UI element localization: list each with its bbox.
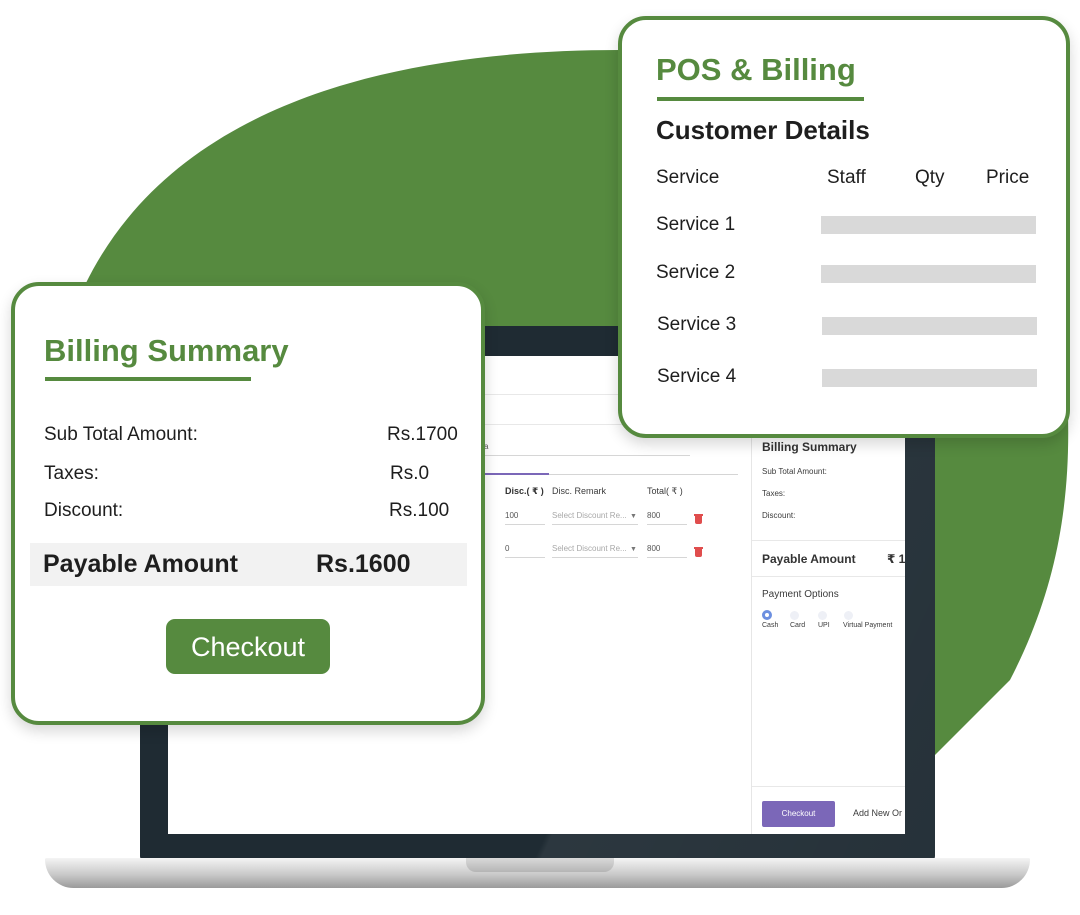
disc-header: Disc.( ₹ ) — [505, 486, 544, 496]
discount-label: Discount: — [44, 500, 124, 521]
billing-summary-card: Billing Summary Sub Total Amount: Rs.170… — [11, 282, 485, 725]
pos-billing-card: POS & Billing Customer Details Service S… — [618, 16, 1070, 438]
subtotal-value: Rs.1700 — [387, 424, 458, 445]
col-staff: Staff — [827, 167, 866, 188]
placeholder-bar — [822, 369, 1037, 387]
col-qty: Qty — [915, 167, 945, 188]
service-row-4: Service 4 — [657, 366, 737, 387]
payment-option-virtual: Virtual Payment — [843, 622, 893, 629]
disc-remark-select-row2[interactable]: Select Discount Re... — [552, 544, 638, 558]
radio-card[interactable] — [790, 611, 799, 620]
title-underline — [657, 97, 864, 101]
sidebar-payable-label: Payable Amount — [762, 552, 856, 566]
disc-input-row1[interactable]: 100 — [505, 511, 545, 525]
taxes-value: Rs.0 — [390, 463, 430, 484]
discount-value: Rs.100 — [389, 500, 450, 521]
payable-label: Payable Amount — [43, 550, 238, 578]
trash-icon[interactable] — [694, 514, 703, 524]
taxes-label: Taxes: — [44, 463, 99, 484]
payment-option-upi: UPI — [818, 622, 830, 629]
title-underline — [45, 377, 251, 381]
trash-icon[interactable] — [694, 547, 703, 557]
customer-details-heading: Customer Details — [656, 115, 870, 145]
col-service: Service — [656, 167, 720, 188]
total-header: Total( ₹ ) — [647, 486, 683, 496]
placeholder-bar — [821, 265, 1036, 283]
sidebar-billing-title: Billing Summary — [762, 440, 857, 454]
service-row-2: Service 2 — [656, 262, 736, 283]
billing-summary-title: Billing Summary — [44, 333, 289, 368]
chevron-down-icon[interactable]: ▼ — [630, 513, 637, 520]
disc-remark-header: Disc. Remark — [552, 486, 607, 496]
total-input-row1[interactable]: 800 — [647, 511, 687, 525]
subtotal-label: Sub Total Amount: — [44, 424, 198, 445]
customer-input-fragment[interactable]: a — [484, 442, 690, 456]
radio-cash[interactable] — [762, 610, 772, 620]
sidebar-payable-value: ₹ 16 — [887, 552, 905, 566]
radio-upi[interactable] — [818, 611, 827, 620]
payable-value: Rs.1600 — [316, 550, 411, 578]
placeholder-bar — [821, 216, 1036, 234]
disc-input-row2[interactable]: 0 — [505, 544, 545, 558]
disc-remark-select-row1[interactable]: Select Discount Re... — [552, 511, 638, 525]
col-price: Price — [986, 167, 1030, 188]
checkout-button[interactable]: Checkout — [166, 619, 330, 674]
service-row-1: Service 1 — [656, 214, 736, 235]
chevron-down-icon[interactable]: ▼ — [630, 546, 637, 553]
payment-option-card: Card — [790, 622, 806, 629]
screen-checkout-button[interactable]: Checkout — [762, 801, 835, 827]
laptop-notch — [466, 858, 614, 872]
sidebar-subtotal-label: Sub Total Amount: — [762, 467, 827, 476]
placeholder-bar — [822, 317, 1037, 335]
service-row-3: Service 3 — [657, 314, 737, 335]
add-new-order-link[interactable]: Add New Or — [853, 808, 902, 818]
sidebar-taxes-label: Taxes: — [762, 489, 786, 498]
payment-options-label: Payment Options — [762, 589, 839, 600]
total-input-row2[interactable]: 800 — [647, 544, 687, 558]
sidebar-discount-label: Discount: — [762, 511, 796, 520]
pos-billing-title: POS & Billing — [656, 52, 856, 87]
payment-option-cash: Cash — [762, 622, 779, 629]
radio-virtual-payment[interactable] — [844, 611, 853, 620]
